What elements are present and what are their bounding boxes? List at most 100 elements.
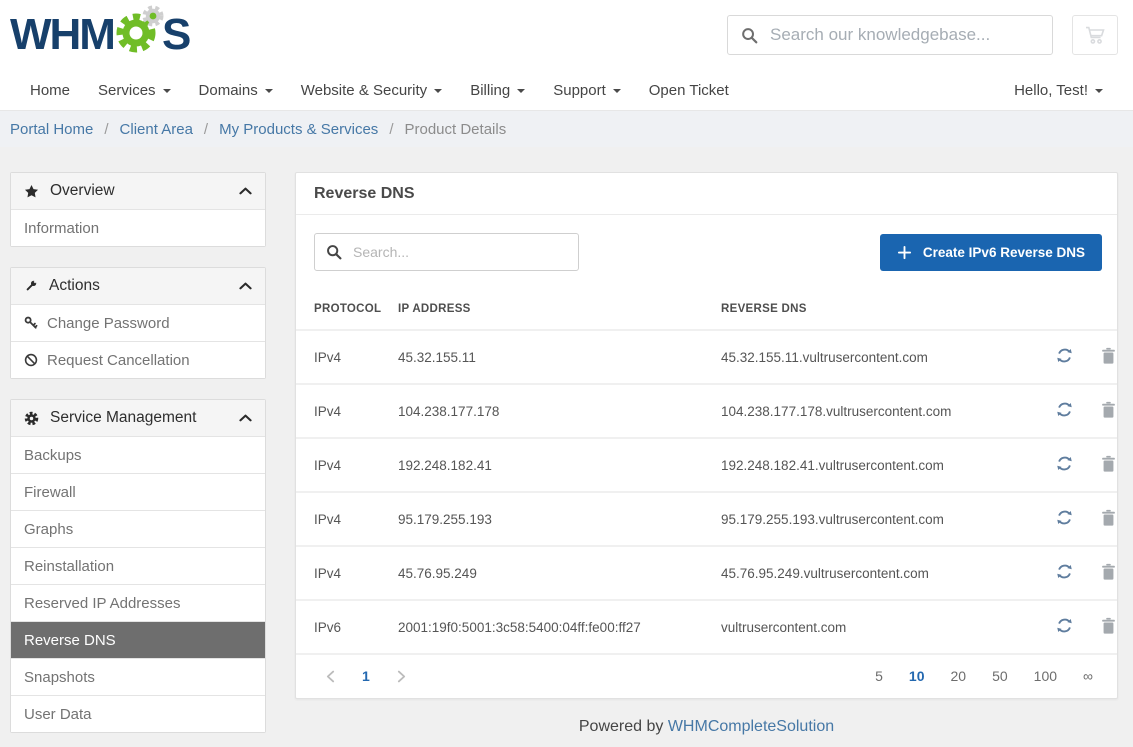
gear-icon bbox=[24, 411, 39, 426]
nav-item-home[interactable]: Home bbox=[30, 82, 70, 99]
nav-label: Billing bbox=[470, 82, 510, 99]
cell-protocol: IPv4 bbox=[296, 492, 398, 546]
panel-title: Overview bbox=[50, 182, 115, 200]
page-size-unlimited[interactable]: ∞ bbox=[1083, 668, 1093, 684]
page-size-50[interactable]: 50 bbox=[992, 668, 1008, 684]
reverse-dns-table: PROTOCOL IP ADDRESS REVERSE DNS IPv4 45.… bbox=[296, 295, 1117, 653]
nav-item-domains[interactable]: Domains bbox=[199, 82, 273, 99]
nav-item-open-ticket[interactable]: Open Ticket bbox=[649, 82, 729, 99]
sidebar-item-label: User Data bbox=[24, 706, 92, 723]
cell-protocol: IPv4 bbox=[296, 330, 398, 384]
card-title: Reverse DNS bbox=[296, 173, 1117, 215]
sidebar-item-snapshots[interactable]: Snapshots bbox=[11, 658, 265, 695]
refresh-icon[interactable] bbox=[1055, 508, 1074, 530]
cell-protocol: IPv4 bbox=[296, 546, 398, 600]
trash-icon[interactable] bbox=[1100, 347, 1117, 368]
cell-ip-address: 192.248.182.41 bbox=[398, 438, 721, 492]
sidebar-item-reverse-dns[interactable]: Reverse DNS bbox=[11, 621, 265, 658]
pagination-page-1[interactable]: 1 bbox=[362, 668, 370, 684]
top-header: WHM S bbox=[0, 0, 1133, 70]
column-header-reverse-dns: REVERSE DNS bbox=[721, 295, 1007, 330]
sidebar-item-firewall[interactable]: Firewall bbox=[11, 473, 265, 510]
cell-protocol: IPv6 bbox=[296, 600, 398, 653]
cell-reverse-dns: vultrusercontent.com bbox=[721, 600, 1007, 653]
page-size-100[interactable]: 100 bbox=[1034, 668, 1057, 684]
panel-title: Actions bbox=[49, 277, 100, 295]
caret-down-icon bbox=[163, 89, 171, 93]
trash-icon[interactable] bbox=[1100, 401, 1117, 422]
breadcrumb-my-products[interactable]: My Products & Services bbox=[219, 121, 378, 138]
nav-label: Support bbox=[553, 82, 606, 99]
table-header-row: PROTOCOL IP ADDRESS REVERSE DNS bbox=[296, 295, 1117, 330]
page-size-10[interactable]: 10 bbox=[909, 668, 925, 684]
nav-item-services[interactable]: Services bbox=[98, 82, 171, 99]
panel-actions-header[interactable]: Actions bbox=[11, 268, 265, 304]
main-column: Reverse DNS Create IPv6 Reverse DNS bbox=[295, 172, 1118, 736]
refresh-icon[interactable] bbox=[1055, 616, 1074, 638]
nav-label: Open Ticket bbox=[649, 82, 729, 99]
cell-reverse-dns: 95.179.255.193.vultrusercontent.com bbox=[721, 492, 1007, 546]
sidebar-item-label: Backups bbox=[24, 447, 82, 464]
pagination-next-icon[interactable] bbox=[397, 670, 406, 683]
sidebar-item-reserved-ip-addresses[interactable]: Reserved IP Addresses bbox=[11, 584, 265, 621]
nav-label: Home bbox=[30, 82, 70, 99]
page-size-20[interactable]: 20 bbox=[951, 668, 967, 684]
panel-overview-header[interactable]: Overview bbox=[11, 173, 265, 209]
create-ipv6-reverse-dns-button[interactable]: Create IPv6 Reverse DNS bbox=[880, 234, 1102, 271]
trash-icon[interactable] bbox=[1100, 509, 1117, 530]
table-search-input[interactable] bbox=[353, 244, 567, 260]
star-icon bbox=[24, 184, 39, 199]
trash-icon[interactable] bbox=[1100, 563, 1117, 584]
refresh-icon[interactable] bbox=[1055, 346, 1074, 368]
cell-reverse-dns: 45.76.95.249.vultrusercontent.com bbox=[721, 546, 1007, 600]
knowledgebase-search-input[interactable] bbox=[770, 25, 1039, 45]
whmcs-logo[interactable]: WHM S bbox=[10, 5, 189, 65]
cart-icon bbox=[1085, 26, 1106, 45]
pagination-prev-icon[interactable] bbox=[326, 670, 335, 683]
panel-overview: Overview Information bbox=[10, 172, 266, 247]
cell-protocol: IPv4 bbox=[296, 438, 398, 492]
sidebar-item-label: Request Cancellation bbox=[47, 352, 190, 369]
sidebar-item-user-data[interactable]: User Data bbox=[11, 695, 265, 732]
panel-service-management-header[interactable]: Service Management bbox=[11, 400, 265, 436]
table-row: IPv6 2001:19f0:5001:3c58:5400:04ff:fe00:… bbox=[296, 600, 1117, 653]
table-row: IPv4 45.32.155.11 45.32.155.11.vultruser… bbox=[296, 330, 1117, 384]
cell-reverse-dns: 45.32.155.11.vultrusercontent.com bbox=[721, 330, 1007, 384]
nav-item-support[interactable]: Support bbox=[553, 82, 621, 99]
trash-icon[interactable] bbox=[1100, 455, 1117, 476]
logo-gears-icon bbox=[111, 3, 167, 63]
cell-ip-address: 104.238.177.178 bbox=[398, 384, 721, 438]
sidebar-item-request-cancellation[interactable]: Request Cancellation bbox=[11, 341, 265, 378]
panel-title: Service Management bbox=[50, 409, 196, 427]
search-icon bbox=[326, 244, 342, 260]
refresh-icon[interactable] bbox=[1055, 562, 1074, 584]
sidebar-item-backups[interactable]: Backups bbox=[11, 436, 265, 473]
refresh-icon[interactable] bbox=[1055, 454, 1074, 476]
panel-service-management: Service Management Backups Firewall Grap… bbox=[10, 399, 266, 733]
nav-item-website-security[interactable]: Website & Security bbox=[301, 82, 442, 99]
cell-reverse-dns: 104.238.177.178.vultrusercontent.com bbox=[721, 384, 1007, 438]
plus-icon bbox=[897, 245, 912, 260]
caret-down-icon bbox=[265, 89, 273, 93]
breadcrumb: Portal Home / Client Area / My Products … bbox=[0, 110, 1133, 147]
user-menu[interactable]: Hello, Test! bbox=[1014, 82, 1103, 99]
cart-button[interactable] bbox=[1072, 15, 1118, 55]
trash-icon[interactable] bbox=[1100, 617, 1117, 638]
sidebar: Overview Information Actions bbox=[10, 172, 266, 733]
search-icon bbox=[741, 27, 758, 44]
whmcompletesolution-link[interactable]: WHMCompleteSolution bbox=[668, 718, 834, 735]
sidebar-item-reinstallation[interactable]: Reinstallation bbox=[11, 547, 265, 584]
nav-item-billing[interactable]: Billing bbox=[470, 82, 525, 99]
cell-reverse-dns: 192.248.182.41.vultrusercontent.com bbox=[721, 438, 1007, 492]
refresh-icon[interactable] bbox=[1055, 400, 1074, 422]
sidebar-item-change-password[interactable]: Change Password bbox=[11, 304, 265, 341]
sidebar-item-information[interactable]: Information bbox=[11, 209, 265, 246]
page-size-5[interactable]: 5 bbox=[875, 668, 883, 684]
breadcrumb-portal-home[interactable]: Portal Home bbox=[10, 121, 93, 138]
reverse-dns-card: Reverse DNS Create IPv6 Reverse DNS bbox=[295, 172, 1118, 699]
table-search bbox=[314, 233, 579, 271]
breadcrumb-client-area[interactable]: Client Area bbox=[120, 121, 193, 138]
chevron-up-icon bbox=[239, 414, 252, 422]
sidebar-item-label: Information bbox=[24, 220, 99, 237]
sidebar-item-graphs[interactable]: Graphs bbox=[11, 510, 265, 547]
